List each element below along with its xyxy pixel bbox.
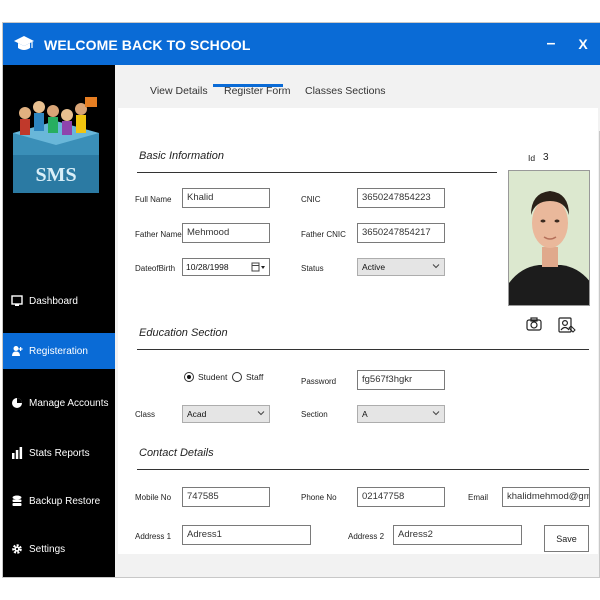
- father-name-label: Father Name: [135, 230, 182, 239]
- student-photo: [508, 170, 590, 306]
- section-select[interactable]: A: [357, 405, 445, 423]
- chevron-down-icon: [432, 264, 440, 269]
- chevron-down-icon: [432, 411, 440, 416]
- address2-label: Address 2: [348, 532, 385, 541]
- status-value: Active: [362, 262, 386, 272]
- monitor-icon: [11, 295, 23, 306]
- sidebar-item-dashboard[interactable]: Dashboard: [3, 283, 115, 319]
- phone-label: Phone No: [301, 493, 337, 502]
- staff-radio-label: Staff: [246, 372, 264, 382]
- divider: [137, 469, 589, 470]
- upload-photo-icon[interactable]: [558, 316, 576, 334]
- password-label: Password: [301, 377, 337, 386]
- app-title: WELCOME BACK TO SCHOOL: [44, 37, 251, 53]
- sidebar-item-label: Backup Restore: [29, 495, 101, 507]
- graduation-cap-icon: [14, 36, 34, 50]
- dob-value: 10/28/1998: [186, 262, 229, 272]
- sidebar-item-label: Manage Accounts: [29, 397, 109, 409]
- father-cnic-label: Father CNIC: [301, 230, 346, 239]
- class-select[interactable]: Acad: [182, 405, 270, 423]
- sidebar-item-settings[interactable]: Settings: [3, 531, 115, 567]
- student-portrait: [509, 171, 589, 305]
- pie-chart-icon: [12, 398, 22, 408]
- full-name-field[interactable]: Khalid: [182, 188, 270, 208]
- sidebar-item-label: Dashboard: [29, 295, 78, 307]
- status-select[interactable]: Active: [357, 258, 445, 276]
- add-user-icon: [12, 346, 23, 356]
- sidebar-item-manage-accounts[interactable]: Manage Accounts: [3, 385, 115, 421]
- dob-date-picker[interactable]: 10/28/1998: [182, 258, 270, 276]
- tab-classes-sections[interactable]: Classes Sections: [305, 85, 386, 97]
- contact-details-title: Contact Details: [139, 447, 214, 459]
- bar-chart-icon: [12, 447, 23, 459]
- sidebar-item-registeration[interactable]: Registeration: [3, 333, 115, 369]
- sidebar-item-label: Registeration: [29, 345, 88, 357]
- section-value: A: [362, 409, 368, 419]
- minimize-button[interactable]: –: [543, 35, 559, 53]
- id-value: 3: [543, 152, 549, 163]
- father-cnic-field[interactable]: 3650247854217: [357, 223, 445, 243]
- camera-icon[interactable]: [526, 316, 542, 332]
- status-label: Status: [301, 264, 324, 273]
- close-button[interactable]: X: [575, 36, 591, 52]
- education-section-title: Education Section: [139, 327, 228, 339]
- address1-field[interactable]: Adress1: [182, 525, 311, 545]
- sms-logo: SMS: [13, 97, 99, 193]
- full-name-label: Full Name: [135, 195, 172, 204]
- mobile-field[interactable]: 747585: [182, 487, 270, 507]
- father-name-field[interactable]: Mehmood: [182, 223, 270, 243]
- gear-icon: [12, 544, 22, 554]
- student-radio-label: Student: [198, 372, 228, 382]
- email-field[interactable]: khalidmehmod@gma: [502, 487, 590, 507]
- divider: [137, 172, 497, 173]
- staff-radio[interactable]: Staff: [232, 372, 263, 382]
- chevron-down-icon: [257, 411, 265, 416]
- sidebar-item-backup-restore[interactable]: Backup Restore: [3, 483, 115, 519]
- phone-field[interactable]: 02147758: [357, 487, 445, 507]
- address2-field[interactable]: Adress2: [393, 525, 522, 545]
- basic-information-title: Basic Information: [139, 150, 224, 162]
- id-label: Id: [528, 153, 536, 163]
- mobile-label: Mobile No: [135, 493, 172, 502]
- calendar-dropdown-icon[interactable]: [251, 262, 267, 272]
- sidebar-item-label: Settings: [29, 543, 66, 555]
- save-button[interactable]: Save: [544, 525, 589, 552]
- address1-label: Address 1: [135, 532, 172, 541]
- title-bar: WELCOME BACK TO SCHOOL – X: [3, 23, 600, 65]
- staff-radio-indicator: [232, 372, 242, 382]
- sidebar-item-stats-reports[interactable]: Stats Reports: [3, 435, 115, 471]
- sidebar-item-label: Stats Reports: [29, 447, 90, 459]
- sms-logo-text: SMS: [35, 164, 76, 186]
- class-label: Class: [135, 410, 156, 419]
- section-label: Section: [301, 410, 328, 419]
- email-label: Email: [468, 493, 489, 502]
- tab-view-details[interactable]: View Details: [150, 85, 208, 97]
- database-icon: [12, 495, 22, 506]
- sidebar: SMS Dashboard Registeration Manage Accou…: [3, 65, 115, 577]
- cnic-label: CNIC: [301, 195, 321, 204]
- dob-label: DateofBirth: [135, 264, 176, 273]
- password-field[interactable]: fg567f3hgkr: [357, 370, 445, 390]
- cnic-field[interactable]: 3650247854223: [357, 188, 445, 208]
- student-radio[interactable]: Student: [184, 372, 227, 382]
- active-tab-indicator: [213, 84, 283, 87]
- divider: [137, 349, 589, 350]
- class-value: Acad: [187, 409, 207, 419]
- student-radio-indicator: [184, 372, 194, 382]
